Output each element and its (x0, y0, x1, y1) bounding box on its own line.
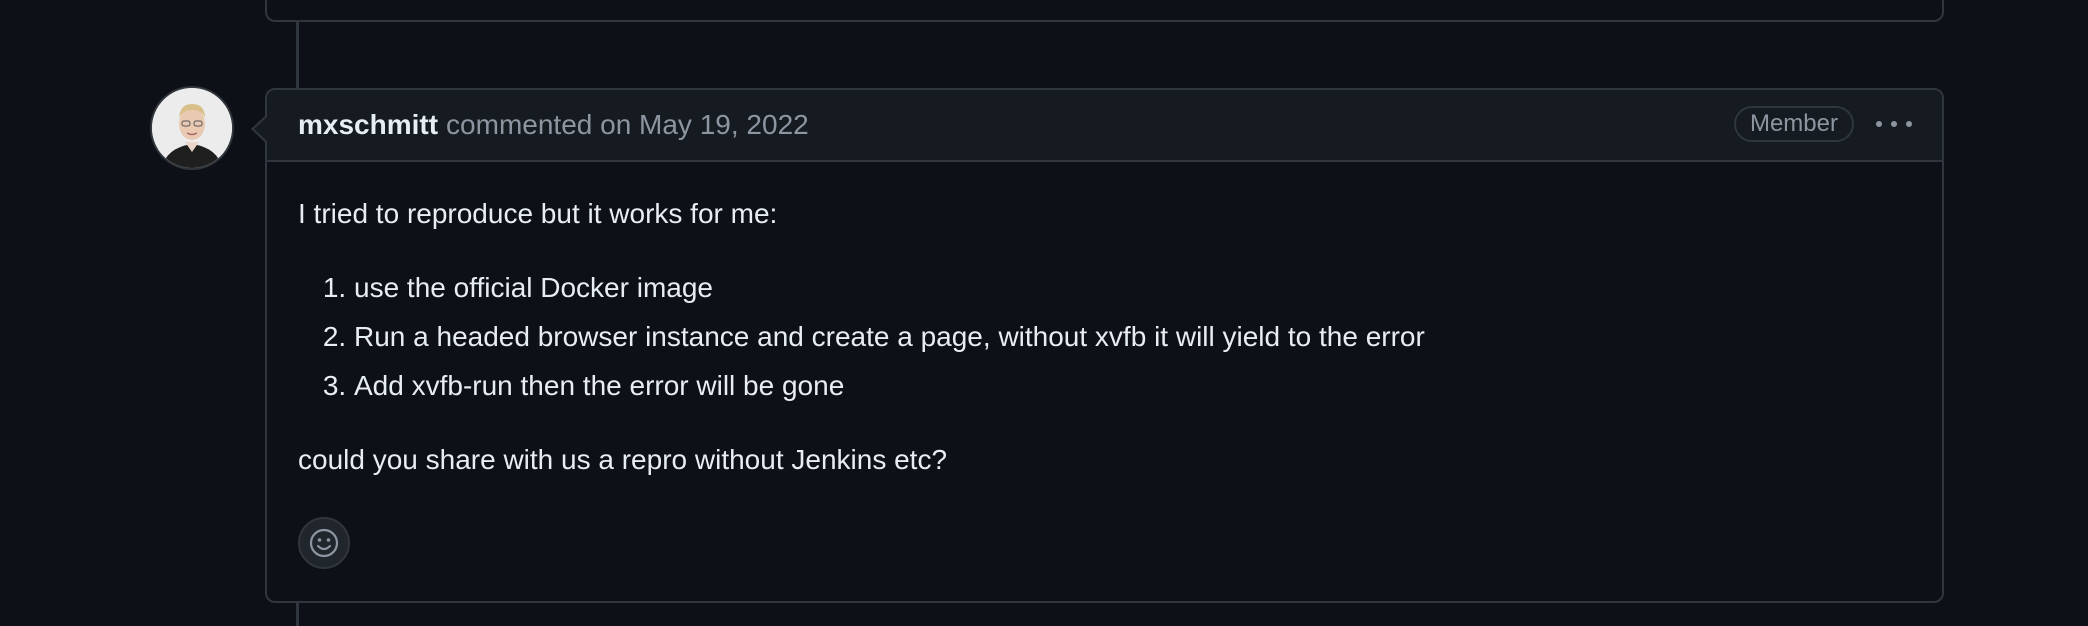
list-item: Add xvfb-run then the error will be gone (354, 368, 1911, 404)
issue-timeline: mxschmitt commented on May 19, 2022 Memb… (0, 0, 2088, 626)
header-actions: Member (1733, 106, 1912, 142)
comment-outro: could you share with us a repro without … (298, 444, 948, 475)
previous-comment-box (265, 0, 1944, 22)
steps-list: use the official Docker image Run a head… (298, 270, 1911, 404)
list-item: Run a headed browser instance and create… (354, 319, 1911, 355)
avatar[interactable] (152, 88, 232, 168)
list-item: use the official Docker image (354, 270, 1911, 306)
kebab-horizontal-icon[interactable] (1876, 114, 1912, 134)
comment-card: mxschmitt commented on May 19, 2022 Memb… (251, 88, 1944, 603)
member-badge: Member (1733, 106, 1854, 142)
author-link[interactable]: mxschmitt (298, 109, 438, 141)
dot (1876, 121, 1882, 127)
add-reaction-button[interactable] (298, 517, 350, 569)
comment-caret-fill (254, 116, 268, 142)
comment-intro: I tried to reproduce but it works for me… (298, 198, 778, 229)
comment-timestamp[interactable]: commented on May 19, 2022 (446, 109, 809, 141)
smiley-icon (309, 528, 339, 558)
timeline-line (296, 22, 299, 90)
dot (1891, 121, 1897, 127)
avatar-image (152, 88, 232, 168)
timeline-line (296, 603, 299, 626)
comment-header: mxschmitt commented on May 19, 2022 Memb… (267, 90, 1942, 162)
dot (1906, 121, 1912, 127)
comment-body: I tried to reproduce but it works for me… (267, 162, 1942, 478)
